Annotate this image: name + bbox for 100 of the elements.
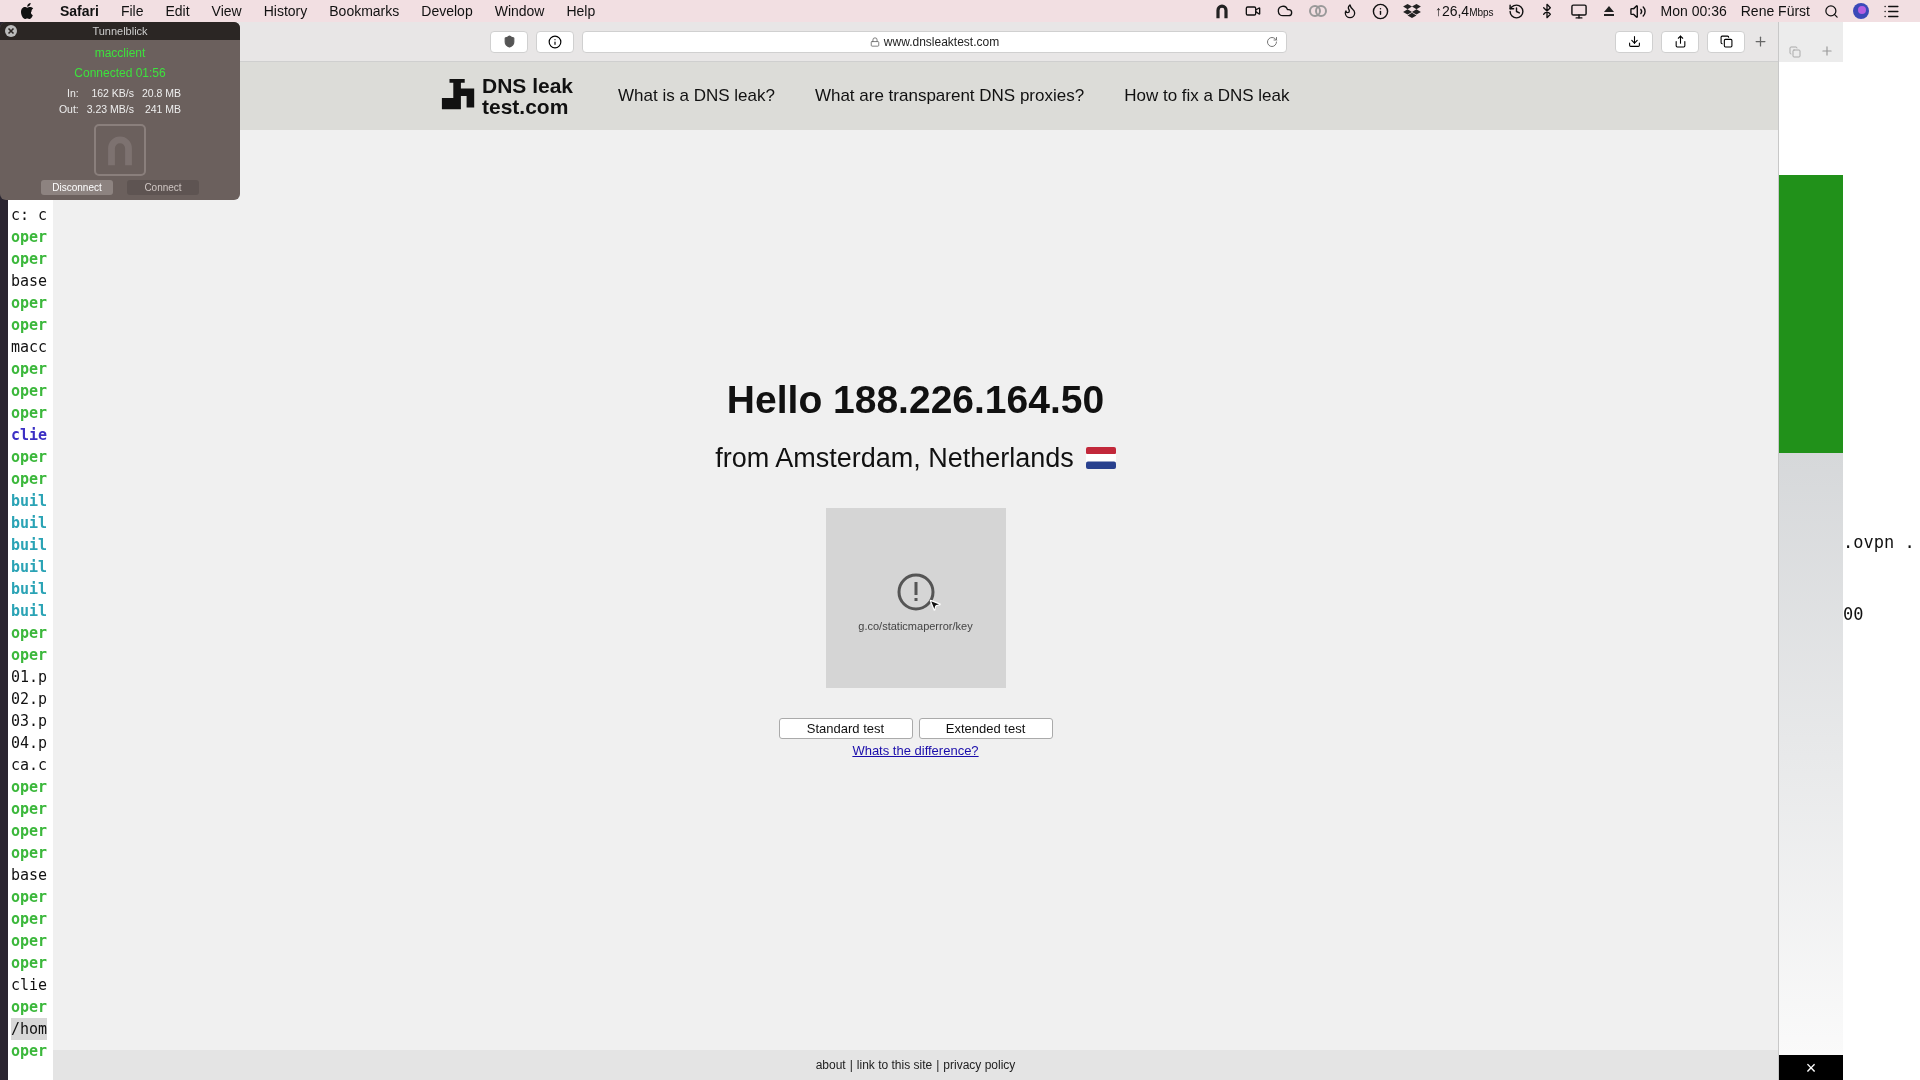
- footer-link[interactable]: about: [815, 1056, 846, 1074]
- stat-rate: 3.23 MB/s: [86, 101, 134, 117]
- terminal-line: .ovpn .: [1843, 531, 1916, 554]
- terminal-line: oper: [11, 1041, 48, 1062]
- shield-button[interactable]: [490, 30, 528, 53]
- stat-total: 20.8 MB: [142, 86, 182, 101]
- info-icon: [548, 34, 562, 49]
- terminal-line: oper: [11, 315, 48, 336]
- config-name: macclient: [94, 45, 146, 62]
- video-camera-icon[interactable]: [1243, 3, 1262, 19]
- terminal-line: oper: [11, 777, 48, 798]
- greeting-heading: Hello 188.226.164.50: [726, 377, 1105, 423]
- terminal-line: 01.p: [11, 667, 48, 688]
- close-glyph[interactable]: ×: [1805, 1058, 1817, 1077]
- terminal-line: buil: [11, 491, 48, 512]
- terminal-line: buil: [11, 557, 48, 578]
- panel-button[interactable]: Disconnect: [41, 179, 113, 195]
- terminal-line: 02.p: [11, 689, 48, 710]
- terminal-line: clie: [11, 425, 48, 446]
- terminal-line: oper: [11, 469, 48, 490]
- terminal-line: oper: [11, 821, 48, 842]
- tabs-icon: [1719, 35, 1733, 48]
- cloud-icon[interactable]: [1275, 3, 1294, 19]
- terminal-line: buil: [11, 535, 48, 556]
- orb-icon[interactable]: [1853, 3, 1869, 19]
- terminal-line: base: [11, 865, 48, 886]
- info-icon[interactable]: [1371, 2, 1389, 20]
- search-icon[interactable]: [1824, 3, 1839, 19]
- terminal-line: oper: [11, 645, 48, 666]
- panel-title: Tunnelblick: [92, 23, 148, 39]
- apple-icon[interactable]: [20, 3, 34, 19]
- menu-item[interactable]: Safari: [60, 0, 99, 22]
- new-tab-icon[interactable]: [1753, 34, 1768, 49]
- stat-label: In:: [66, 86, 79, 101]
- terminal-line: oper: [11, 293, 48, 314]
- tunnel-icon: [1213, 3, 1230, 19]
- flag-icon: [1085, 446, 1116, 469]
- terminal-line: oper: [11, 931, 48, 952]
- menu-item[interactable]: Help: [566, 0, 596, 22]
- menu-item[interactable]: Develop: [421, 0, 473, 22]
- reload-icon[interactable]: [1266, 35, 1278, 48]
- terminal-line: 00: [1843, 602, 1865, 626]
- nav-link[interactable]: What are transparent DNS proxies?: [814, 83, 1085, 109]
- terminal-line: oper: [11, 249, 48, 270]
- share-button[interactable]: [1661, 30, 1699, 53]
- download-icon: [1627, 35, 1641, 48]
- stat-total: 241 MB: [143, 101, 182, 117]
- footer-link[interactable]: privacy policy: [943, 1056, 1016, 1074]
- difference-link[interactable]: Whats the difference?: [852, 741, 979, 761]
- clock-icon[interactable]: [1507, 2, 1525, 20]
- menu-item[interactable]: History: [263, 0, 308, 22]
- terminal-line: macc: [11, 337, 48, 358]
- network-speed[interactable]: ↑26,4: [1434, 0, 1470, 22]
- terminal-line: oper: [11, 227, 48, 248]
- menu-item[interactable]: Edit: [165, 0, 190, 22]
- user-name[interactable]: Rene Fürst: [1740, 0, 1810, 22]
- tabs-button[interactable]: [1707, 30, 1745, 53]
- mouse-cursor-icon: [927, 597, 942, 613]
- terminal-line: buil: [11, 513, 48, 534]
- test-button[interactable]: Extended test: [918, 718, 1053, 739]
- footer-link[interactable]: link to this site: [856, 1056, 933, 1074]
- stat-rate: 162 KB/s: [90, 86, 134, 101]
- lock-icon: [869, 36, 880, 47]
- eject-icon[interactable]: [1602, 5, 1615, 17]
- nav-link[interactable]: What is a DNS leak?: [618, 83, 775, 109]
- nav-link[interactable]: How to fix a DNS leak: [1124, 83, 1290, 109]
- boxes-icon[interactable]: [1402, 3, 1421, 19]
- menu-item[interactable]: File: [120, 0, 144, 22]
- terminal-line: oper: [11, 381, 48, 402]
- menu-clock[interactable]: Mon 00:36: [1660, 0, 1727, 22]
- download-button[interactable]: [1615, 30, 1653, 53]
- terminal-line: oper: [11, 887, 48, 908]
- menu-item[interactable]: View: [211, 0, 242, 22]
- map-error-text: g.co/staticmaperror/key: [858, 618, 973, 634]
- terminal-line: buil: [11, 579, 48, 600]
- menu-item[interactable]: Window: [494, 0, 545, 22]
- display-icon[interactable]: [1568, 2, 1589, 20]
- terminal-line: oper: [11, 953, 48, 974]
- terminal-line: oper: [11, 403, 48, 424]
- warning-icon: [895, 571, 936, 612]
- terminal-line: buil: [11, 601, 48, 622]
- info-button[interactable]: [536, 30, 574, 53]
- close-icon[interactable]: [5, 25, 17, 37]
- logo-text[interactable]: DNS leak: [482, 75, 574, 96]
- menu-item[interactable]: Bookmarks: [329, 0, 400, 22]
- share-icon: [1673, 35, 1687, 48]
- url-text: www.dnsleaktest.com: [883, 33, 1000, 51]
- connection-status: Connected 01:56: [74, 65, 166, 82]
- address-field[interactable]: www.dnsleaktest.com: [582, 30, 1287, 53]
- footer-separator: |: [936, 1057, 940, 1074]
- volume-icon[interactable]: [1628, 2, 1647, 20]
- terminal-line: oper: [11, 997, 48, 1018]
- test-button[interactable]: Standard test: [778, 718, 913, 739]
- shield-icon: [502, 35, 516, 48]
- logo-text[interactable]: test.com: [482, 96, 574, 117]
- location-text: from Amsterdam, Netherlands: [715, 441, 1074, 475]
- terminal-line: oper: [11, 623, 48, 644]
- terminal-line: clie: [11, 975, 48, 996]
- terminal-line: oper: [11, 843, 48, 864]
- network-speed-unit[interactable]: Mbps: [1469, 4, 1494, 20]
